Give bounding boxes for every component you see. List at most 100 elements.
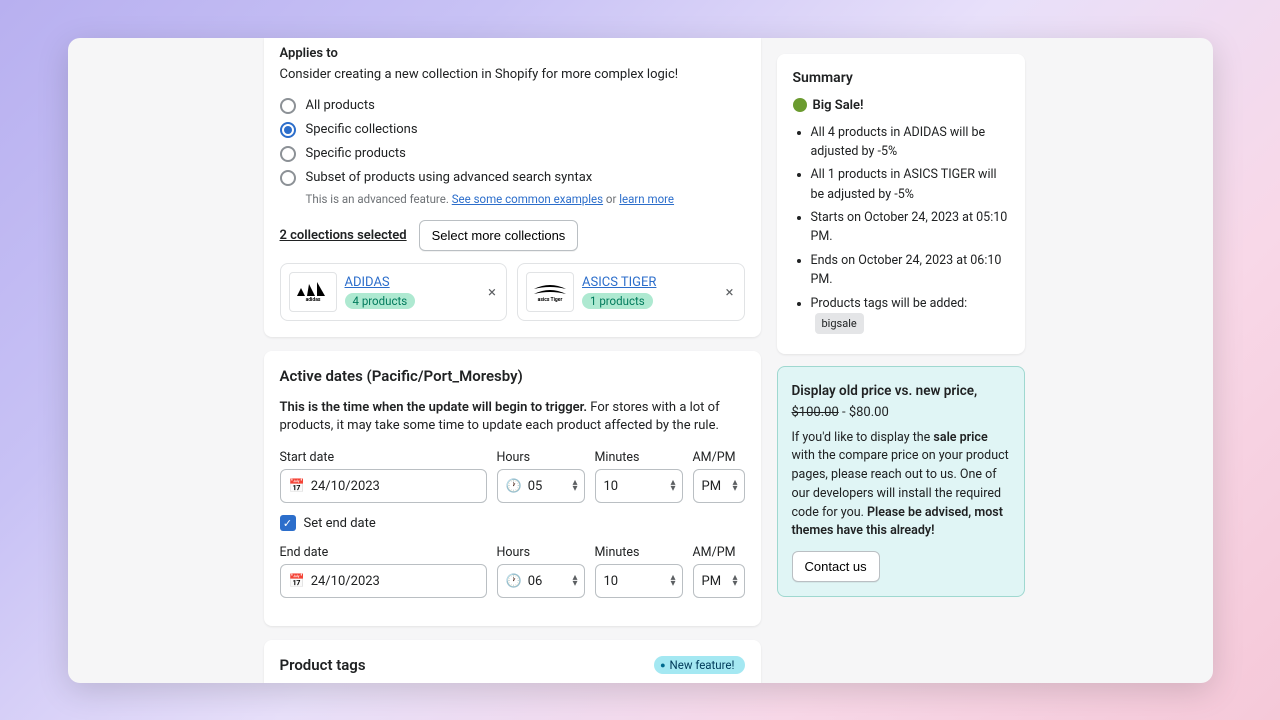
radio-icon	[280, 122, 296, 138]
tags-title: Product tags	[280, 656, 366, 674]
field-label: Start date	[280, 450, 487, 465]
set-end-date-checkbox[interactable]: ✓ Set end date	[280, 515, 745, 531]
calendar-icon: 📅	[289, 574, 305, 589]
price-promo-card: Display old price vs. new price, $100.00…	[777, 366, 1025, 597]
collection-chip-adidas: adidas ADIDAS 4 products ×	[280, 263, 508, 321]
dates-title: Active dates (Pacific/Port_Moresby)	[280, 367, 745, 385]
end-ampm-input[interactable]: PM ▴▾	[693, 564, 745, 598]
summary-item: All 1 products in ASICS TIGER will be ad…	[811, 165, 1009, 204]
adv-or: or	[603, 192, 619, 206]
start-ampm-input[interactable]: PM ▴▾	[693, 469, 745, 503]
old-price: $100.00	[792, 405, 839, 420]
spinner-icon[interactable]: ▴▾	[670, 575, 675, 587]
radio-icon	[280, 146, 296, 162]
adidas-logo: adidas	[289, 272, 337, 312]
applies-to-card: Applies to Consider creating a new colle…	[264, 38, 761, 337]
radio-label: Specific collections	[306, 122, 418, 137]
applies-title: Applies to	[280, 46, 745, 61]
start-minutes-field: Minutes 10 ▴▾	[595, 450, 683, 503]
summary-status: Big Sale!	[793, 98, 1009, 113]
svg-text:asics Tiger: asics Tiger	[538, 297, 563, 303]
advanced-hint-text: This is an advanced feature.	[306, 192, 449, 206]
product-count-badge: 1 products	[582, 293, 653, 309]
asics-logo: asics Tiger	[526, 272, 574, 312]
start-date-field: Start date 📅 24/10/2023	[280, 450, 487, 503]
remove-chip-icon[interactable]: ×	[488, 283, 496, 301]
chip-info: ASICS TIGER 1 products	[582, 275, 656, 309]
side-column: Summary Big Sale! All 4 products in ADID…	[777, 38, 1025, 683]
collections-selected-link[interactable]: 2 collections selected	[280, 228, 407, 243]
dates-note-bold: This is the time when the update will be…	[280, 400, 588, 415]
advanced-hint: This is an advanced feature. See some co…	[306, 192, 745, 206]
start-date-input[interactable]: 📅 24/10/2023	[280, 469, 487, 503]
asics-link[interactable]: ASICS TIGER	[582, 275, 656, 290]
summary-title: Summary	[793, 70, 1009, 86]
promo-text1: If you'd like to display the	[792, 430, 934, 445]
radio-label: Subset of products using advanced search…	[306, 170, 593, 185]
radio-label: Specific products	[306, 146, 406, 161]
tag-chip: bigsale	[815, 313, 864, 334]
field-label: Hours	[497, 545, 585, 560]
summary-card: Summary Big Sale! All 4 products in ADID…	[777, 54, 1025, 354]
status-label: Big Sale!	[813, 98, 864, 113]
minutes-value: 10	[604, 479, 619, 494]
dates-note: This is the time when the update will be…	[280, 399, 745, 437]
tags-header: Product tags New feature!	[280, 656, 745, 674]
ampm-value: PM	[702, 574, 722, 589]
summary-item: Starts on October 24, 2023 at 05:10 PM.	[811, 208, 1009, 247]
radio-specific-collections[interactable]: Specific collections	[280, 118, 745, 142]
radio-icon	[280, 98, 296, 114]
start-minutes-input[interactable]: 10 ▴▾	[595, 469, 683, 503]
hours-value: 05	[528, 479, 543, 494]
radio-all-products[interactable]: All products	[280, 94, 745, 118]
spinner-icon[interactable]: ▴▾	[732, 575, 737, 587]
field-label: Hours	[497, 450, 585, 465]
radio-icon	[280, 170, 296, 186]
status-dot-icon	[793, 98, 807, 112]
adidas-link[interactable]: ADIDAS	[345, 275, 416, 290]
radio-label: All products	[306, 98, 375, 113]
minutes-value: 10	[604, 574, 619, 589]
radio-advanced-search[interactable]: Subset of products using advanced search…	[280, 166, 745, 190]
learn-more-link[interactable]: learn more	[619, 192, 674, 206]
selected-collections-row: 2 collections selected Select more colle…	[280, 220, 745, 251]
calendar-icon: 📅	[289, 479, 305, 494]
examples-link[interactable]: See some common examples	[452, 192, 603, 206]
spinner-icon[interactable]: ▴▾	[572, 575, 577, 587]
field-label: AM/PM	[693, 450, 745, 465]
end-hours-input[interactable]: 🕐 06 ▴▾	[497, 564, 585, 598]
checkbox-icon: ✓	[280, 515, 296, 531]
chip-info: ADIDAS 4 products	[345, 275, 416, 309]
end-hours-field: Hours 🕐 06 ▴▾	[497, 545, 585, 598]
end-ampm-field: AM/PM PM ▴▾	[693, 545, 745, 598]
start-hours-field: Hours 🕐 05 ▴▾	[497, 450, 585, 503]
radio-specific-products[interactable]: Specific products	[280, 142, 745, 166]
hours-value: 06	[528, 574, 543, 589]
contact-us-button[interactable]: Contact us	[792, 551, 880, 582]
select-more-button[interactable]: Select more collections	[419, 220, 579, 251]
price-sep: -	[839, 405, 849, 420]
spinner-icon[interactable]: ▴▾	[670, 480, 675, 492]
end-date-input[interactable]: 📅 24/10/2023	[280, 564, 487, 598]
price-line: $100.00 - $80.00	[792, 403, 1010, 423]
remove-chip-icon[interactable]: ×	[725, 283, 733, 301]
summary-item: Ends on October 24, 2023 at 06:10 PM.	[811, 251, 1009, 290]
tags-label: Products tags will be added:	[811, 296, 968, 311]
promo-title: Display old price vs. new price,	[792, 381, 1010, 401]
app-frame: Applies to Consider creating a new colle…	[68, 38, 1213, 683]
field-label: Minutes	[595, 545, 683, 560]
active-dates-card: Active dates (Pacific/Port_Moresby) This…	[264, 351, 761, 627]
summary-item-tags: Products tags will be added: bigsale	[811, 294, 1009, 334]
collection-chips: adidas ADIDAS 4 products × asics Tiger	[280, 263, 745, 321]
start-hours-input[interactable]: 🕐 05 ▴▾	[497, 469, 585, 503]
spinner-icon[interactable]: ▴▾	[732, 480, 737, 492]
spinner-icon[interactable]: ▴▾	[572, 480, 577, 492]
end-date-row: End date 📅 24/10/2023 Hours 🕐 06 ▴▾	[280, 545, 745, 598]
clock-icon: 🕐	[506, 574, 522, 589]
summary-item: All 4 products in ADIDAS will be adjuste…	[811, 123, 1009, 162]
clock-icon: 🕐	[506, 479, 522, 494]
checkbox-label: Set end date	[304, 516, 376, 531]
end-minutes-input[interactable]: 10 ▴▾	[595, 564, 683, 598]
field-label: End date	[280, 545, 487, 560]
start-date-row: Start date 📅 24/10/2023 Hours 🕐 05 ▴▾	[280, 450, 745, 503]
